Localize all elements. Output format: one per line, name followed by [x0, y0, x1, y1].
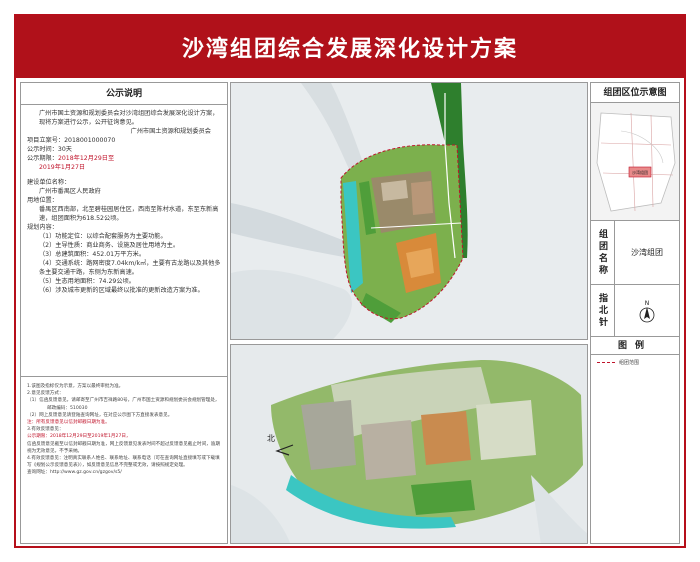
- builder-name: 广州市番禺区人民政府: [39, 188, 101, 195]
- land-use-plan-map: [230, 82, 588, 340]
- note-line: （2）网上反馈意见请登陆查询网址，在对应公示图下方直接发表意见。: [27, 412, 173, 418]
- side-panel: 组团区位示意图 沙湾组团 组团名称 沙湾组团 指北针 N 图例 组团范围: [590, 82, 680, 544]
- group-name-label: 组团名称: [591, 221, 615, 284]
- planning-label: 规划内容：: [27, 224, 58, 231]
- note-line: 注：所有反馈意见以信封邮戳日期为准。: [27, 420, 110, 426]
- aerial-drawing: 北: [231, 345, 587, 543]
- note-line: 4.有效反馈意见：注明真实联系人姓名、联系地址、联系电话（可在查询网址直接填写或…: [27, 456, 220, 469]
- land-use-plan-drawing: [231, 83, 587, 339]
- builder-label: 建设单位名称：: [27, 179, 71, 186]
- aerial-rendering: 北: [230, 344, 588, 544]
- location-map-drawing: 沙湾组团: [591, 103, 679, 220]
- notice-body: 广州市国土资源和规划委员会对沙湾组团综合发展深化设计方案，现将方案进行公示，公开…: [21, 105, 227, 377]
- location-map-heading: 组团区位示意图: [591, 83, 679, 103]
- title-banner: 沙湾组团综合发展深化设计方案: [16, 16, 684, 78]
- planning-item: （3）总建筑面积：452.01万平方米。: [39, 251, 146, 258]
- compass-icon: N: [639, 300, 655, 322]
- plan-maps: 北: [230, 82, 588, 544]
- group-name-row: 组团名称 沙湾组团: [591, 221, 679, 285]
- planning-item: （2）主导性质：商业商务、设施及居住用地为主。: [39, 242, 180, 249]
- period-end: 2019年1月27日: [39, 164, 86, 171]
- notice-intro: 广州市国土资源和规划委员会对沙湾组团综合发展深化设计方案，现将方案进行公示，公开…: [39, 110, 219, 126]
- note-line: （1）信函反馈意见，请邮寄至广州市吉祥路80号，广州市国土资源和规划委员会规划管…: [27, 398, 220, 404]
- north-label: 指北针: [591, 285, 615, 336]
- location-highlight-label: 沙湾组团: [632, 169, 648, 175]
- notes-section: 1.该图及指标仅为示意，方案以最终审批为准。 2.意见反馈方式： （1）信函反馈…: [21, 379, 227, 543]
- notice-heading: 公示说明: [21, 83, 227, 105]
- location-map: 沙湾组团: [591, 103, 679, 221]
- page-title: 沙湾组团综合发展深化设计方案: [181, 37, 518, 62]
- project-number: 项目立案号：2018001000070: [27, 137, 116, 144]
- group-name-value: 沙湾组团: [631, 248, 663, 257]
- legend-boundary-label: 组团范围: [619, 360, 640, 366]
- location-label: 用地位置：: [27, 197, 58, 204]
- note-line: 查询网址：http://www.gz.gov.cn/gzgov/s5/: [27, 470, 122, 476]
- legend-heading: 图例: [591, 337, 679, 355]
- boundary-dash-icon: [597, 362, 615, 363]
- north-compass: N: [615, 285, 679, 336]
- location-text: 番禺区西南部，北至碧桂园居住区，西南至陈村水道，东至东新高速，组团面积为618.…: [39, 206, 219, 222]
- period-start: 2018年12月29日至: [57, 155, 115, 162]
- period-label: 公示期限：: [27, 155, 58, 162]
- note-line: 邮政编码：510030: [47, 405, 88, 411]
- note-line: 公示期限：2018年12月29日至2019年1月27日，: [27, 434, 131, 440]
- note-line: 1.该图及指标仅为示意，方案以最终审批为准。: [27, 384, 124, 389]
- notice-issuer: 广州市国土资源和规划委员会: [130, 128, 211, 135]
- aerial-north-label: 北: [267, 434, 275, 443]
- page-frame: 沙湾组团综合发展深化设计方案 公示说明 广州市国土资源和规划委员会对沙湾组团综合…: [14, 14, 686, 548]
- north-row: 指北针 N: [591, 285, 679, 337]
- notice-panel: 公示说明 广州市国土资源和规划委员会对沙湾组团综合发展深化设计方案，现将方案进行…: [20, 82, 228, 544]
- note-line: 3.有效反馈意见：: [27, 427, 64, 433]
- planning-item: （1）功能定位：以综合配套服务为主要功能。: [39, 233, 167, 240]
- notice-period: 公示期限：2018年12月29日至: [27, 154, 221, 163]
- planning-item: （5）生态用地面积：74.29公顷。: [39, 278, 135, 285]
- compass-letter: N: [645, 300, 650, 307]
- legend-item-boundary: 组团范围: [591, 355, 679, 370]
- planning-item: （4）交通系统：路网密度7.04km/k㎡，主要有古龙路以及其他多条主要交通干路…: [39, 260, 221, 276]
- note-line: 信函反馈意见截至以信封邮戳日期为准，网上反馈意见发表时间不超过反馈意见截止时间，…: [27, 441, 220, 454]
- planning-item: （6）涉及城市更新的区域最终以批准的更新改造方案为准。: [39, 287, 204, 294]
- note-line: 2.意见反馈方式：: [27, 391, 64, 397]
- notice-duration: 公示时间：30天: [27, 146, 72, 153]
